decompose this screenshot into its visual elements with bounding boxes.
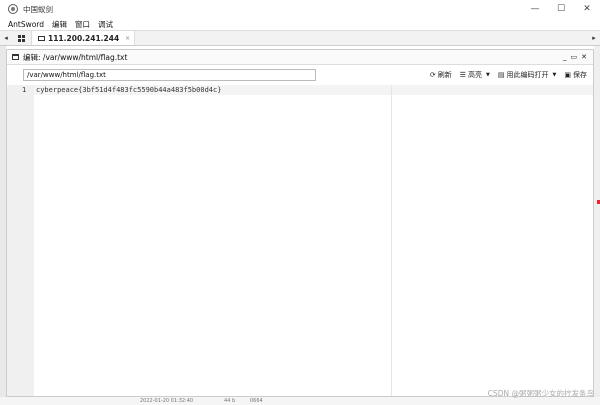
save-icon: ▣ (564, 70, 571, 79)
file-size: 44 b (224, 398, 236, 404)
save-button[interactable]: ▣ 保存 (564, 70, 587, 80)
csdn-watermark: CSDN @粥粥粥少女的拧发条鸟 (487, 389, 594, 398)
file-editor-panel: 编辑: /var/www/html/flag.txt _ ▭ ✕ ⟳ 刷新 ☰ … (6, 49, 594, 397)
panel-controls: _ ▭ ✕ (563, 53, 593, 61)
toolbar-actions: ⟳ 刷新 ☰ 高亮 ▼ ▤ 用此编码打开 ▼ ▣ 保存 (430, 70, 587, 80)
menu-bar: AntSword 编辑 窗口 调试 (0, 18, 600, 30)
window-titlebar: 中国蚁剑 — ☐ ✕ (0, 0, 600, 18)
file-permission: 0664 (250, 398, 263, 404)
save-label: 保存 (573, 70, 587, 79)
panel-header: 编辑: /var/www/html/flag.txt _ ▭ ✕ (7, 50, 593, 65)
tab-remote-host-label: 111.200.241.244 (48, 33, 120, 43)
panel-restore-button[interactable]: ▭ (571, 53, 578, 61)
window-controls: — ☐ ✕ (522, 0, 600, 18)
window-icon (12, 54, 19, 60)
menu-edit[interactable]: 编辑 (48, 19, 71, 30)
tab-strip: ◂ 111.200.241.244 × ▸ (0, 30, 600, 46)
encoding-icon: ▤ (497, 70, 505, 79)
grid-icon (18, 34, 25, 42)
panel-close-button[interactable]: ✕ (581, 53, 587, 61)
print-margin-line (391, 85, 392, 396)
tab-home[interactable] (12, 31, 32, 45)
background-window-edge-right (594, 46, 600, 405)
menu-antsword[interactable]: AntSword (0, 20, 48, 29)
panel-minimize-button[interactable]: _ (563, 53, 567, 61)
tab-remote-host[interactable]: 111.200.241.244 × (32, 31, 136, 45)
list-icon: ☰ (459, 70, 467, 79)
encoding-dropdown[interactable]: ▤ 用此编码打开 ▼ (498, 70, 556, 80)
encoding-label: 用此编码打开 (506, 70, 549, 79)
panel-title: 编辑: /var/www/html/flag.txt (23, 52, 128, 62)
window-title: 中国蚁剑 (23, 4, 53, 14)
file-date: 2022-01-20 01:32:40 (140, 398, 194, 404)
folder-icon (38, 35, 45, 41)
code-editor[interactable]: 1 cyberpeace{3bf51d4f483fc5590b44a483f5b… (7, 85, 593, 396)
tab-scroll-left-icon[interactable]: ◂ (0, 31, 12, 45)
maximize-button[interactable]: ☐ (548, 0, 574, 18)
file-path-input[interactable] (23, 68, 316, 81)
antsword-app-icon (8, 4, 18, 14)
editor-toolbar: ⟳ 刷新 ☰ 高亮 ▼ ▤ 用此编码打开 ▼ ▣ 保存 (7, 65, 593, 84)
line-number-gutter (7, 85, 34, 396)
menu-window[interactable]: 窗口 (71, 19, 94, 30)
highlight-dropdown[interactable]: ☰ 高亮 ▼ (460, 70, 490, 80)
tab-close-icon[interactable]: × (125, 35, 130, 42)
minimize-button[interactable]: — (522, 0, 548, 18)
code-line[interactable]: cyberpeace{3bf51d4f483fc5590b44a483f5b00… (36, 86, 221, 94)
refresh-button[interactable]: ⟳ 刷新 (430, 70, 452, 80)
line-number: 1 (22, 86, 27, 94)
tab-scroll-right-icon[interactable]: ▸ (588, 31, 600, 45)
highlight-label: 高亮 (468, 70, 483, 79)
chevron-down-icon: ▼ (486, 71, 490, 78)
close-button[interactable]: ✕ (574, 0, 600, 18)
menu-debug[interactable]: 调试 (94, 19, 117, 30)
refresh-label: 刷新 (437, 70, 452, 79)
refresh-icon: ⟳ (429, 70, 436, 79)
chevron-down-icon: ▼ (552, 71, 557, 78)
